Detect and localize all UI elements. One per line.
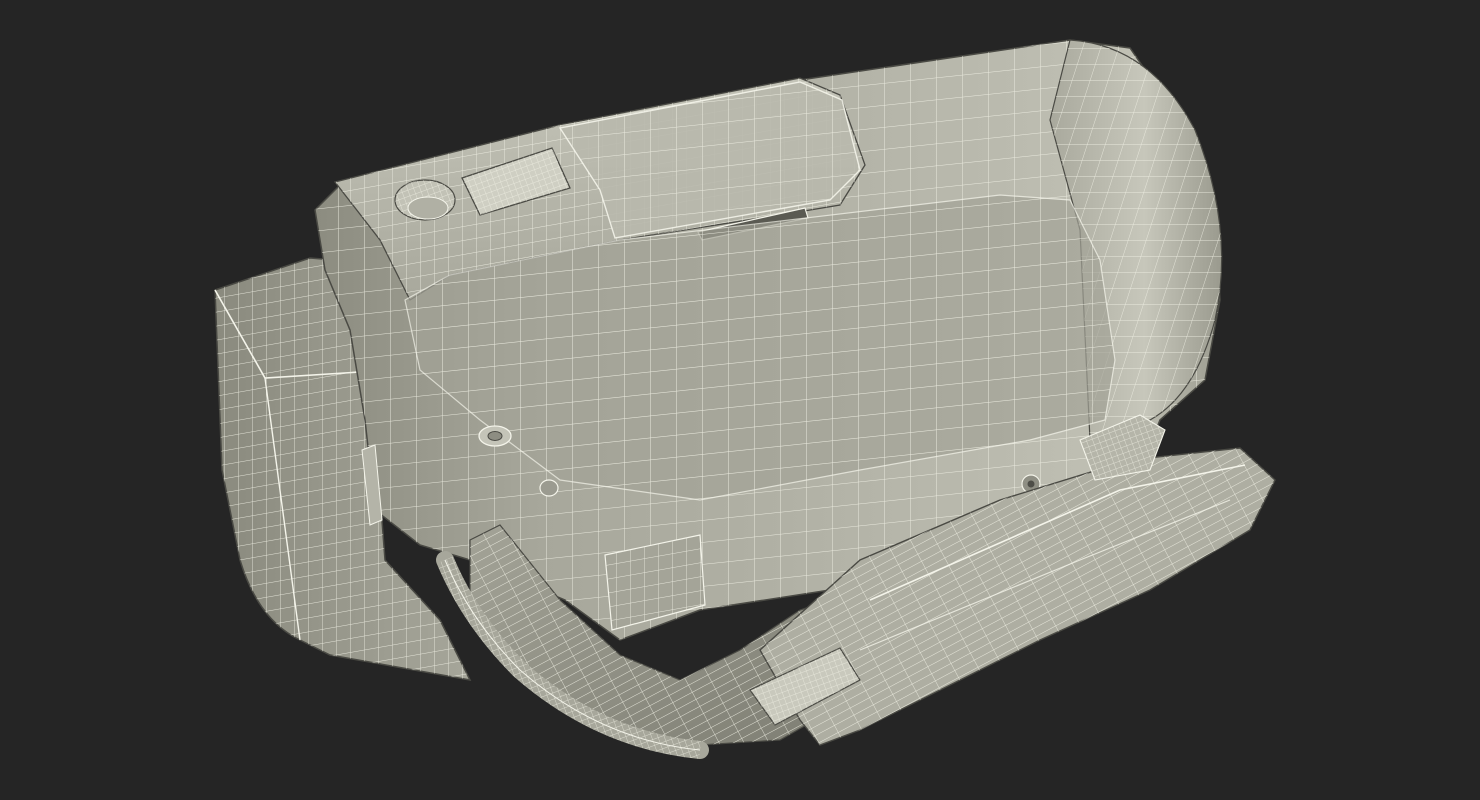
photo-button	[394, 179, 456, 221]
screw-hole-mid	[539, 479, 559, 497]
render-viewport	[0, 0, 1480, 800]
camcorder-wireframe-render	[214, 39, 1276, 759]
screw-hole-left	[478, 425, 512, 447]
